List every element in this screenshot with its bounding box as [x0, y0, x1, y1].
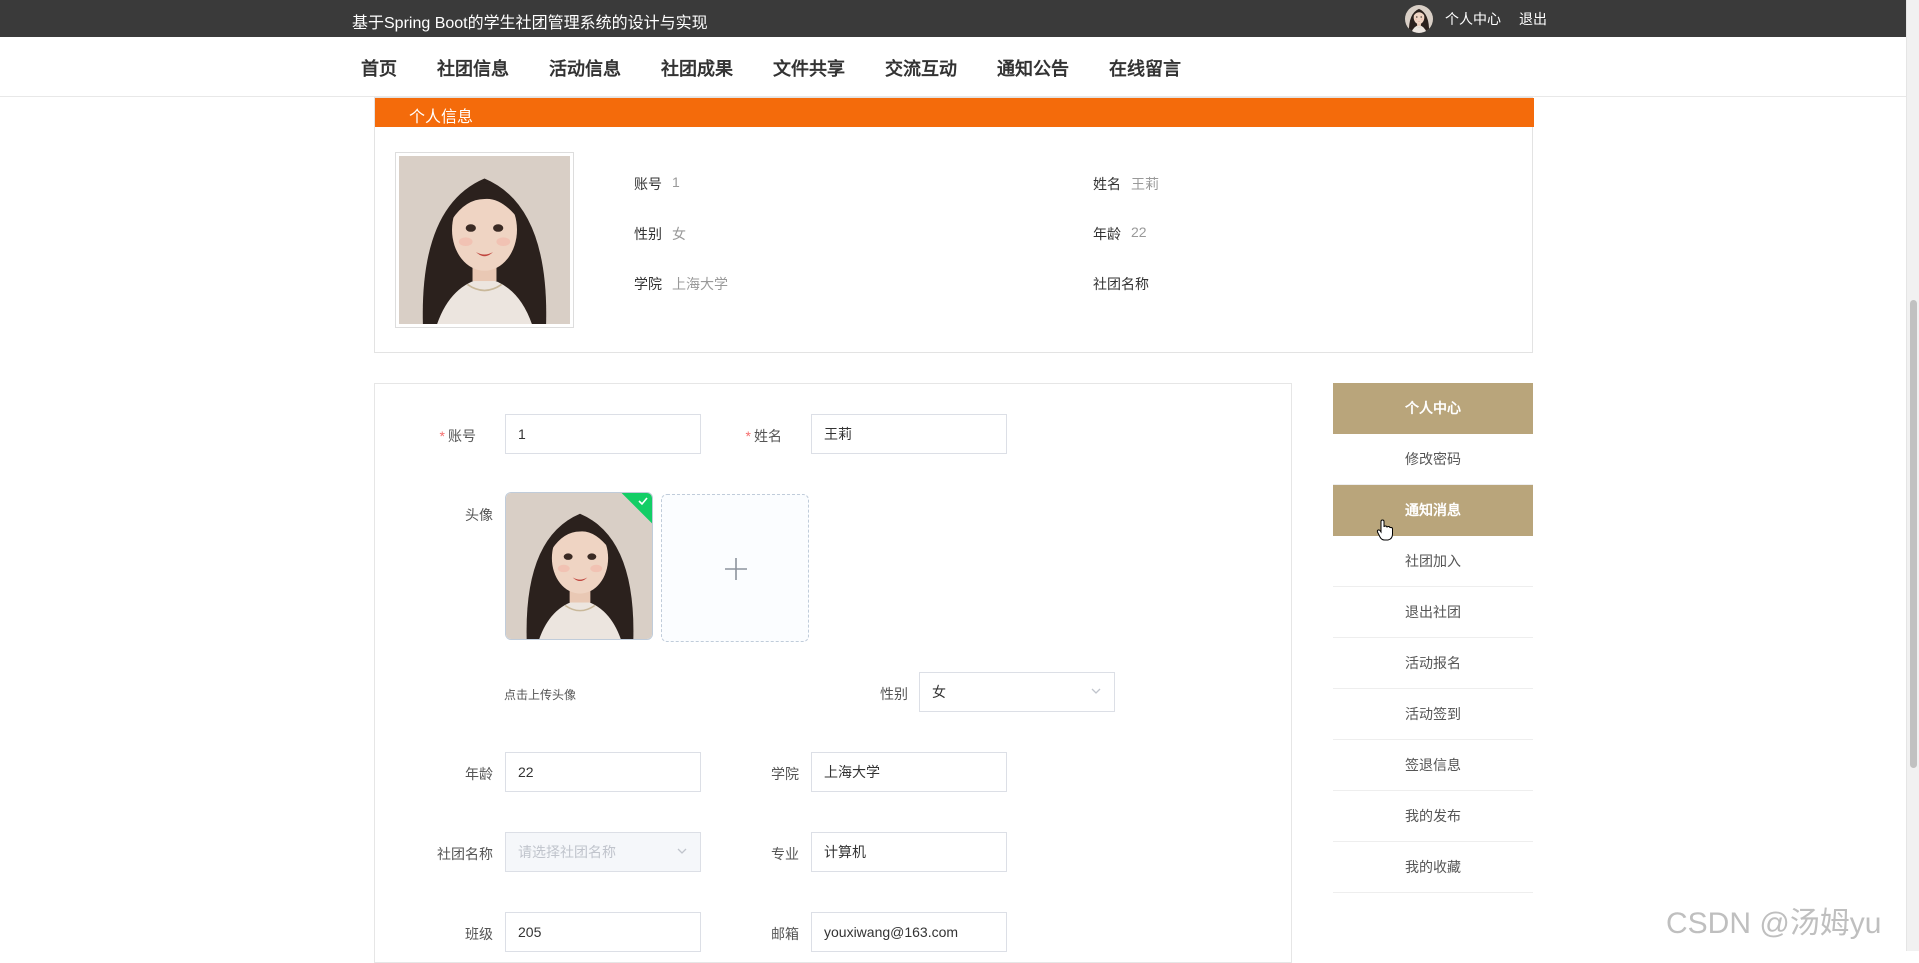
top-bar: 基于Spring Boot的学生社团管理系统的设计与实现 个人中心 退出	[0, 0, 1919, 37]
email-field[interactable]: youxiwang@163.com	[811, 912, 1007, 952]
user-center-link[interactable]: 个人中心	[1445, 9, 1501, 29]
hand-cursor-icon	[1376, 519, 1393, 541]
side-item-my-posts[interactable]: 我的发布	[1333, 791, 1533, 842]
side-item-my-favorites[interactable]: 我的收藏	[1333, 842, 1533, 893]
side-item-user-center[interactable]: 个人中心	[1333, 383, 1533, 434]
nav-item-online-message[interactable]: 在线留言	[1109, 55, 1181, 81]
edit-profile-form: * 账号 1 * 姓名 王莉 头像 点击上传头像 性别 女 年龄 22 学院 上海大…	[374, 383, 1292, 963]
nav-item-home[interactable]: 首页	[361, 55, 397, 81]
profile-name-value: 王莉	[1131, 176, 1159, 192]
user-avatar[interactable]	[1405, 5, 1433, 33]
club-field-label: 社团名称	[437, 846, 493, 862]
major-field[interactable]: 计算机	[811, 832, 1007, 872]
profile-age-value: 22	[1131, 224, 1147, 240]
nav-item-interaction[interactable]: 交流互动	[885, 55, 957, 81]
chevron-down-icon	[677, 848, 687, 854]
side-item-notifications[interactable]: 通知消息	[1333, 485, 1533, 536]
account-field-label: * 账号	[439, 428, 476, 444]
profile-header: 个人信息	[375, 98, 1534, 127]
profile-account-label: 账号	[634, 176, 662, 192]
profile-name-label: 姓名	[1093, 176, 1121, 192]
avatar-upload-button[interactable]	[661, 494, 809, 642]
account-field[interactable]: 1	[505, 414, 701, 454]
side-item-activity-signup[interactable]: 活动报名	[1333, 638, 1533, 689]
name-field[interactable]: 王莉	[811, 414, 1007, 454]
required-mark: *	[439, 428, 445, 444]
major-field-label: 专业	[771, 846, 799, 862]
college-field-label: 学院	[771, 766, 799, 782]
class-field[interactable]: 205	[505, 912, 701, 952]
avatar-uploaded-image[interactable]	[505, 492, 653, 640]
profile-account-value: 1	[672, 174, 680, 190]
required-mark: *	[745, 428, 751, 444]
profile-age-label: 年龄	[1093, 226, 1121, 242]
logout-link[interactable]: 退出	[1519, 9, 1547, 29]
profile-info-card: 个人信息 账号 1 姓名 王莉 性别 女 年龄 22 学院 上海大学 社团名称	[374, 97, 1534, 353]
page-scrollbar[interactable]	[1906, 0, 1919, 951]
side-item-change-password[interactable]: 修改密码	[1333, 434, 1533, 485]
profile-club-label: 社团名称	[1093, 276, 1149, 292]
user-side-menu: 个人中心 修改密码 通知消息 社团加入 退出社团 活动报名 活动签到 签退信息 …	[1333, 383, 1533, 893]
nav-item-activity-info[interactable]: 活动信息	[549, 55, 621, 81]
name-field-label: * 姓名	[745, 428, 782, 444]
plus-icon	[725, 558, 747, 580]
scrollbar-thumb[interactable]	[1910, 300, 1917, 768]
profile-photo	[395, 152, 574, 328]
user-area: 个人中心 退出	[1405, 4, 1565, 34]
check-icon	[638, 497, 648, 506]
nav-item-club-achievements[interactable]: 社团成果	[661, 55, 733, 81]
chevron-down-icon	[1091, 688, 1101, 694]
nav-item-notices[interactable]: 通知公告	[997, 55, 1069, 81]
profile-gender-value: 女	[672, 226, 686, 242]
college-field[interactable]: 上海大学	[811, 752, 1007, 792]
class-field-label: 班级	[465, 926, 493, 942]
side-item-activity-checkin[interactable]: 活动签到	[1333, 689, 1533, 740]
main-nav: 首页 社团信息 活动信息 社团成果 文件共享 交流互动 通知公告 在线留言	[0, 37, 1919, 97]
gender-field-label: 性别	[880, 686, 908, 702]
upload-hint: 点击上传头像	[504, 688, 577, 702]
age-field[interactable]: 22	[505, 752, 701, 792]
avatar-field-label: 头像	[465, 507, 493, 523]
email-field-label: 邮箱	[771, 926, 799, 942]
side-item-checkout-info[interactable]: 签退信息	[1333, 740, 1533, 791]
profile-college-value: 上海大学	[672, 276, 728, 292]
nav-item-club-info[interactable]: 社团信息	[437, 55, 509, 81]
site-title: 基于Spring Boot的学生社团管理系统的设计与实现	[352, 15, 708, 32]
profile-header-title: 个人信息	[409, 109, 474, 126]
side-item-join-club[interactable]: 社团加入	[1333, 536, 1533, 587]
club-select[interactable]: 请选择社团名称	[505, 832, 701, 872]
gender-select[interactable]: 女	[919, 672, 1115, 712]
watermark: CSDN @汤姆yu	[1666, 907, 1882, 940]
age-field-label: 年龄	[465, 766, 493, 782]
profile-gender-label: 性别	[634, 226, 662, 242]
side-item-leave-club[interactable]: 退出社团	[1333, 587, 1533, 638]
profile-college-label: 学院	[634, 276, 662, 292]
nav-item-file-share[interactable]: 文件共享	[773, 55, 845, 81]
